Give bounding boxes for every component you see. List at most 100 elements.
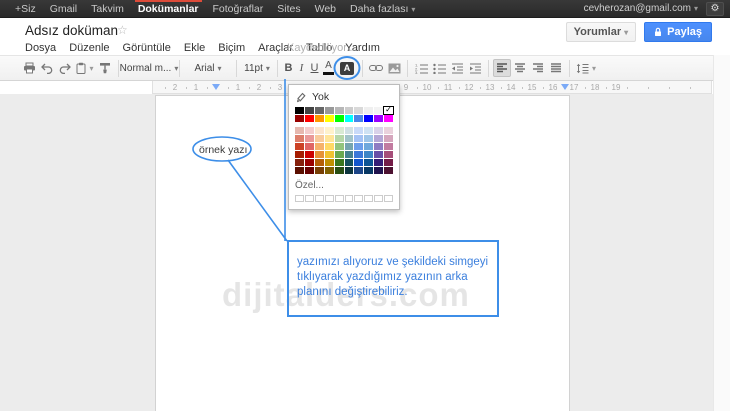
color-swatch[interactable] xyxy=(374,127,383,134)
color-swatch[interactable] xyxy=(345,107,354,114)
color-swatch[interactable] xyxy=(295,167,304,174)
color-swatch[interactable] xyxy=(325,115,334,122)
topbar-link[interactable]: Web xyxy=(308,0,343,17)
topbar-link[interactable]: Takvim xyxy=(84,0,131,17)
color-swatch[interactable] xyxy=(335,115,344,122)
scrollbar-track[interactable] xyxy=(713,55,730,411)
topbar-link[interactable]: Fotoğraflar xyxy=(206,0,271,17)
custom-color-slot[interactable] xyxy=(345,195,354,202)
color-swatch[interactable] xyxy=(384,159,393,166)
color-swatch[interactable] xyxy=(374,107,383,114)
color-swatch[interactable] xyxy=(354,159,363,166)
no-color-option[interactable]: Yok xyxy=(295,90,393,104)
color-swatch[interactable] xyxy=(305,143,314,150)
color-swatch[interactable] xyxy=(305,107,314,114)
account-menu[interactable]: cevherozan@gmail.com▾ xyxy=(584,3,698,14)
right-indent-marker[interactable] xyxy=(561,84,569,90)
color-swatch[interactable] xyxy=(384,135,393,142)
color-swatch[interactable] xyxy=(325,143,334,150)
topbar-more-menu[interactable]: Daha fazlası▾ xyxy=(343,0,422,17)
color-swatch[interactable] xyxy=(354,127,363,134)
color-swatch[interactable] xyxy=(335,127,344,134)
color-swatch[interactable] xyxy=(325,151,334,158)
color-swatch[interactable] xyxy=(364,135,373,142)
color-swatch[interactable] xyxy=(295,151,304,158)
color-swatch[interactable] xyxy=(315,167,324,174)
custom-color-slot[interactable] xyxy=(354,195,363,202)
color-swatch[interactable] xyxy=(354,107,363,114)
color-swatch[interactable] xyxy=(364,159,373,166)
custom-color-link[interactable]: Özel... xyxy=(295,180,393,191)
color-swatch[interactable] xyxy=(384,143,393,150)
color-swatch[interactable] xyxy=(315,151,324,158)
comments-button[interactable]: Yorumlar▾ xyxy=(566,22,637,42)
color-swatch[interactable] xyxy=(335,107,344,114)
color-swatch[interactable] xyxy=(315,143,324,150)
color-swatch[interactable] xyxy=(315,127,324,134)
topbar-link[interactable]: Gmail xyxy=(43,0,84,17)
color-swatch[interactable] xyxy=(374,151,383,158)
color-swatch[interactable] xyxy=(295,115,304,122)
color-swatch[interactable] xyxy=(345,159,354,166)
color-swatch[interactable] xyxy=(335,143,344,150)
align-left-button[interactable] xyxy=(493,59,511,77)
color-swatch[interactable] xyxy=(374,115,383,122)
custom-color-slot[interactable] xyxy=(384,195,393,202)
color-swatch[interactable] xyxy=(305,135,314,142)
menu-dosya[interactable]: Dosya xyxy=(25,42,56,54)
color-swatch[interactable] xyxy=(354,135,363,142)
print-button[interactable] xyxy=(20,59,38,77)
font-size-dropdown[interactable]: 11pt ▾ xyxy=(241,59,273,77)
line-spacing-button[interactable]: ▾ xyxy=(574,59,598,77)
color-swatch[interactable] xyxy=(364,167,373,174)
redo-button[interactable] xyxy=(56,59,74,77)
color-swatch[interactable] xyxy=(354,167,363,174)
custom-color-slot[interactable] xyxy=(364,195,373,202)
insert-image-button[interactable] xyxy=(385,59,403,77)
color-swatch[interactable] xyxy=(384,127,393,134)
custom-color-slot[interactable] xyxy=(335,195,344,202)
color-swatch[interactable] xyxy=(364,107,373,114)
color-swatch[interactable] xyxy=(364,143,373,150)
align-right-button[interactable] xyxy=(529,59,547,77)
color-swatch[interactable] xyxy=(325,127,334,134)
color-swatch[interactable] xyxy=(345,135,354,142)
color-swatch[interactable] xyxy=(325,107,334,114)
color-swatch[interactable] xyxy=(315,135,324,142)
web-clipboard-button[interactable]: ▾ xyxy=(74,59,96,77)
color-swatch[interactable] xyxy=(345,143,354,150)
menu-ekle[interactable]: Ekle xyxy=(184,42,205,54)
color-swatch[interactable] xyxy=(345,127,354,134)
color-swatch[interactable] xyxy=(364,127,373,134)
color-swatch[interactable] xyxy=(325,167,334,174)
gear-icon[interactable]: ⚙ xyxy=(706,2,724,16)
color-swatch[interactable] xyxy=(384,167,393,174)
color-swatch[interactable] xyxy=(345,167,354,174)
color-swatch[interactable] xyxy=(305,167,314,174)
color-swatch[interactable] xyxy=(384,151,393,158)
color-swatch[interactable] xyxy=(305,159,314,166)
font-dropdown[interactable]: Arial ▾ xyxy=(184,59,232,77)
color-swatch[interactable] xyxy=(295,159,304,166)
color-swatch[interactable] xyxy=(295,135,304,142)
color-swatch[interactable] xyxy=(335,151,344,158)
highlight-color-button[interactable]: A xyxy=(336,59,358,77)
color-swatch[interactable] xyxy=(295,143,304,150)
color-swatch[interactable] xyxy=(345,151,354,158)
insert-link-button[interactable] xyxy=(367,59,385,77)
color-swatch[interactable] xyxy=(325,135,334,142)
bulleted-list-button[interactable] xyxy=(430,59,448,77)
text-color-button[interactable]: A xyxy=(321,59,336,77)
numbered-list-button[interactable]: 1.2.3. xyxy=(412,59,430,77)
color-swatch[interactable] xyxy=(354,151,363,158)
color-swatch[interactable] xyxy=(315,159,324,166)
topbar-link[interactable]: Dokümanlar xyxy=(131,0,206,17)
custom-color-slot[interactable] xyxy=(374,195,383,202)
decrease-indent-button[interactable] xyxy=(448,59,466,77)
color-swatch[interactable] xyxy=(305,127,314,134)
color-swatch[interactable] xyxy=(305,115,314,122)
color-swatch[interactable] xyxy=(345,115,354,122)
color-swatch[interactable] xyxy=(295,127,304,134)
topbar-link[interactable]: Sites xyxy=(270,0,307,17)
color-swatch[interactable] xyxy=(325,159,334,166)
